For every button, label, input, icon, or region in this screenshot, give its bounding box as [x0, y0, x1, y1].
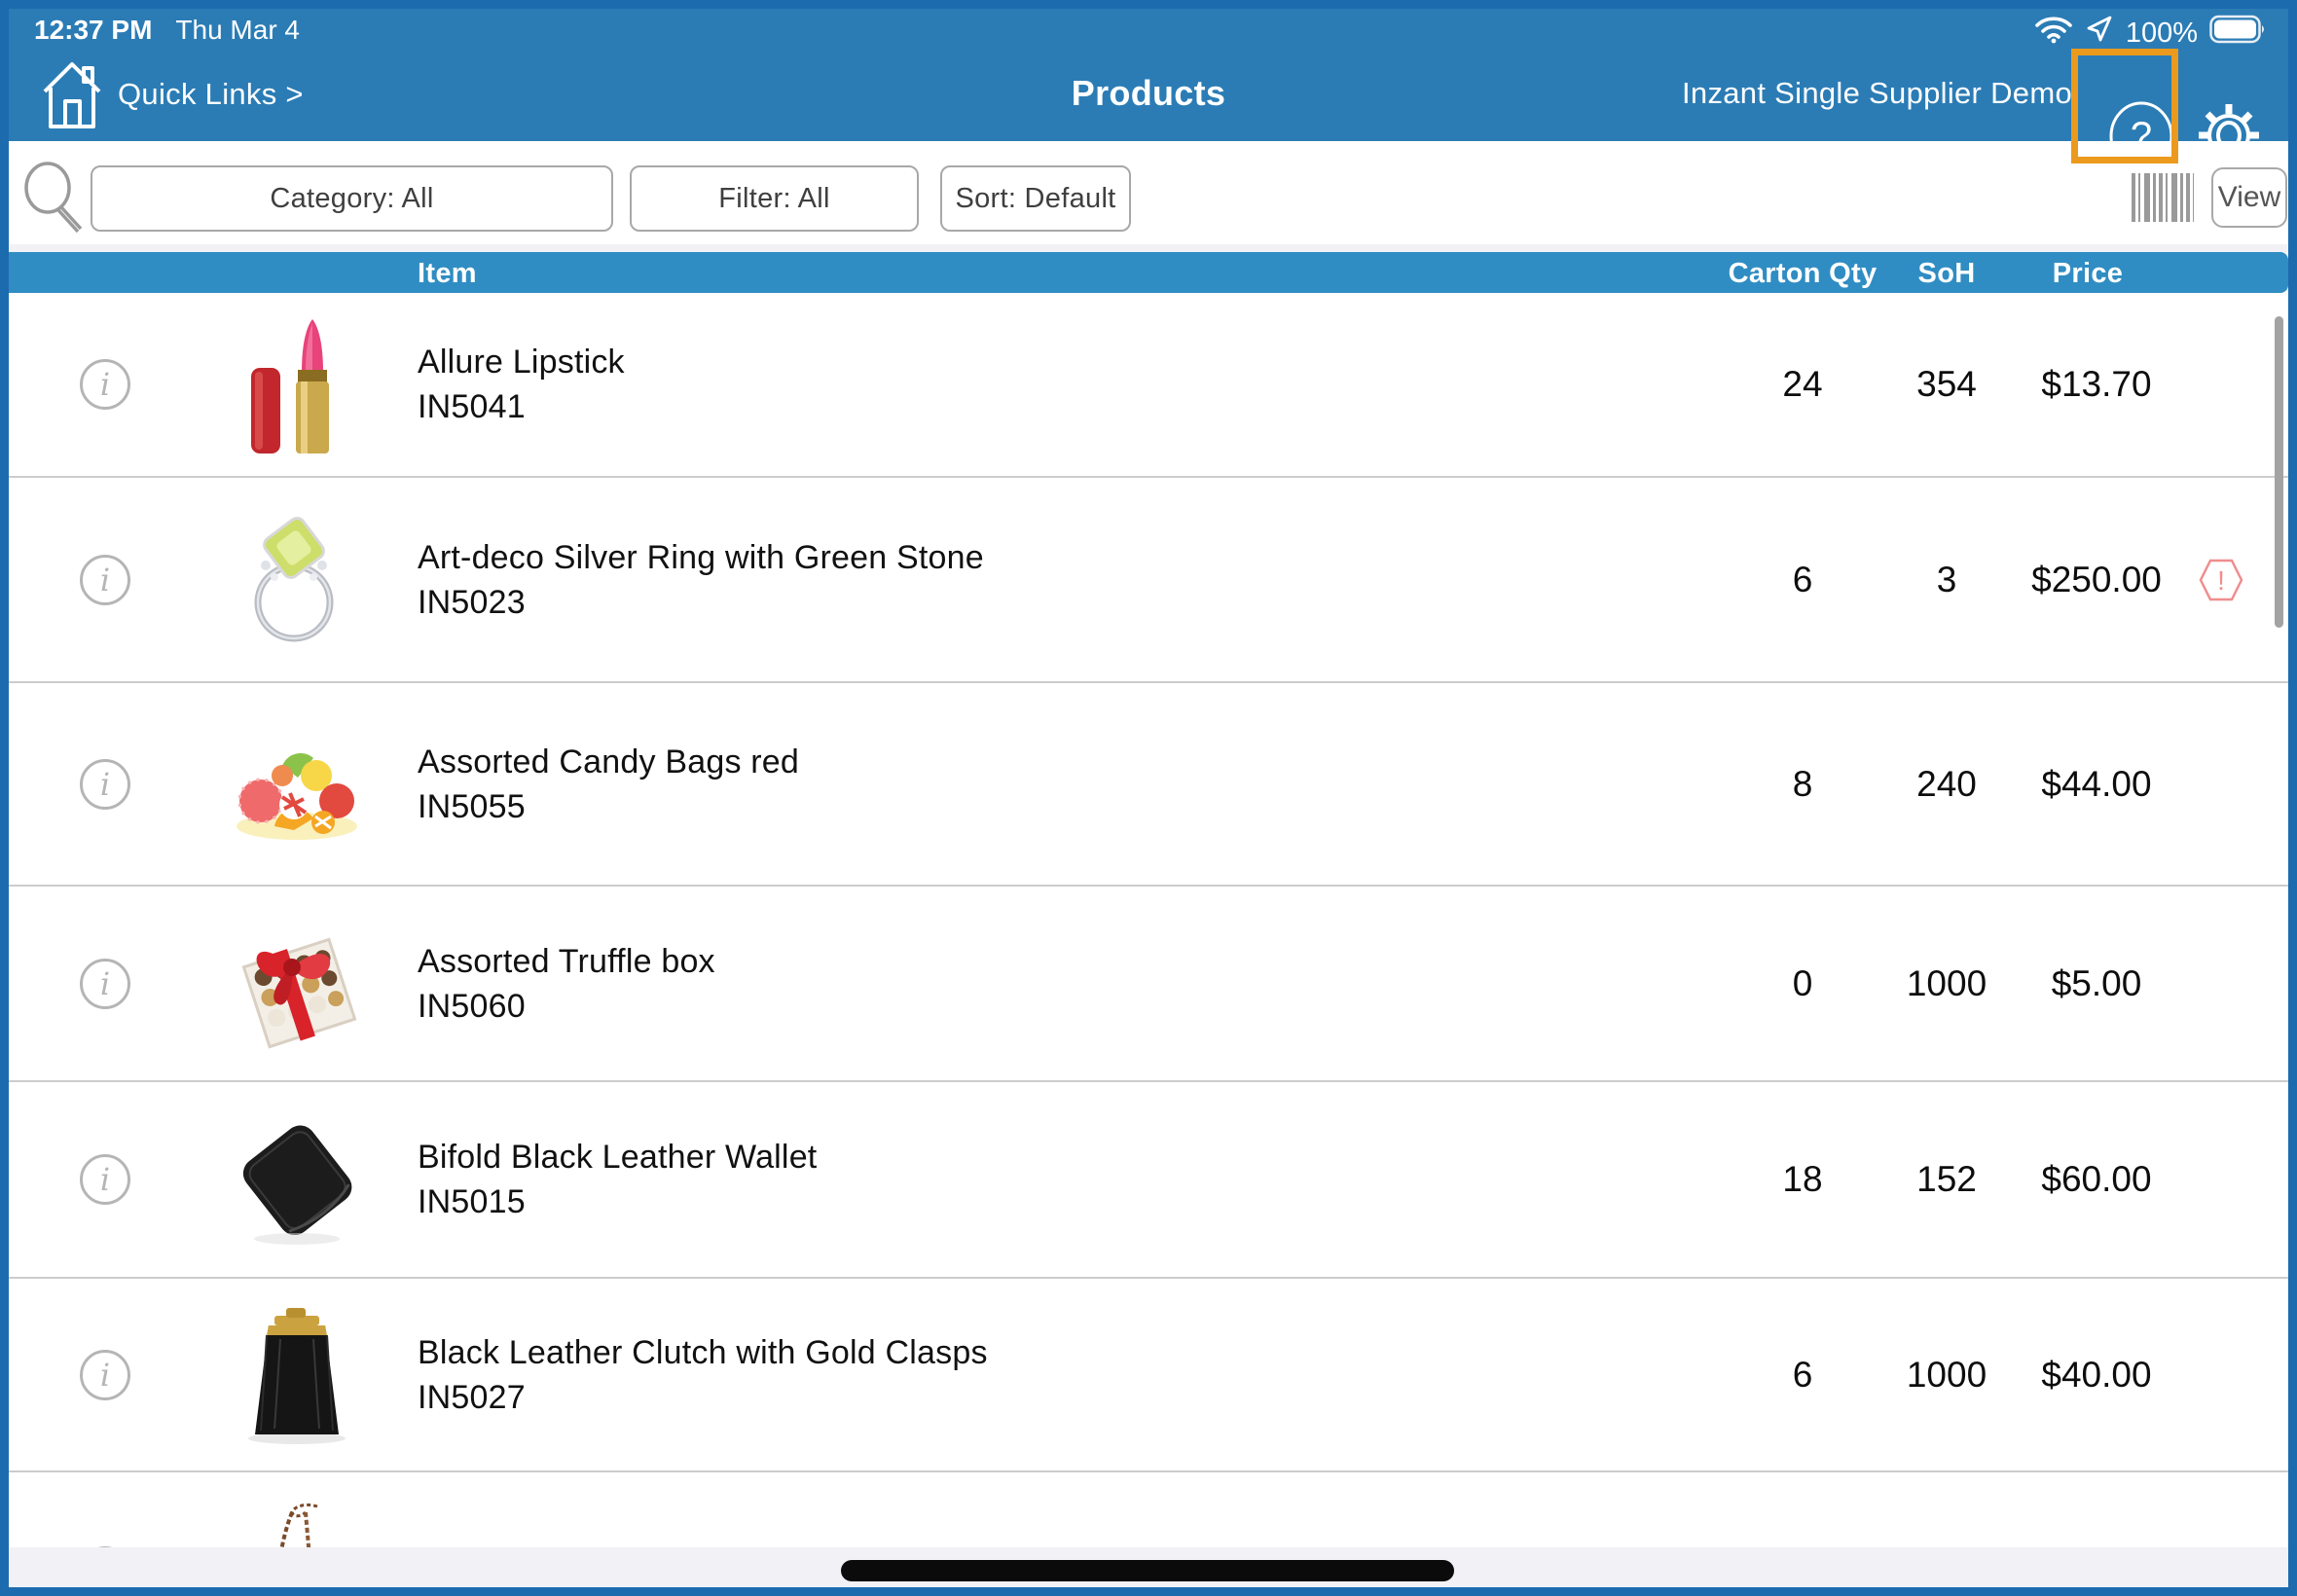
product-sku: IN5027 [418, 1375, 988, 1420]
status-bar: 12:37 PM Thu Mar 4 [9, 11, 2288, 50]
filter-button[interactable]: Filter: All [630, 165, 919, 232]
product-list: i Allure Lipstick IN5041 24 354 $13.70 !… [9, 293, 2288, 1547]
product-image [224, 1302, 370, 1448]
column-item: Item [418, 258, 477, 290]
price-value: $40.00 [1999, 1355, 2194, 1396]
product-image [224, 507, 370, 653]
product-name: Black Leather Clutch with Gold Clasps [418, 1330, 988, 1375]
product-sku: IN5055 [418, 784, 799, 829]
price-value: $13.70 [1999, 364, 2194, 405]
product-image [224, 1106, 370, 1252]
search-button[interactable] [17, 159, 92, 240]
product-image [224, 711, 370, 857]
table-header: Item Carton Qty SoH Price [9, 252, 2288, 293]
product-image [224, 311, 370, 457]
info-icon: i [100, 1360, 110, 1391]
column-price: Price [1990, 258, 2185, 290]
product-name: Assorted Truffle box [418, 939, 715, 984]
category-filter-button[interactable]: Category: All [91, 165, 613, 232]
price-value: $250.00 [1999, 560, 2194, 600]
info-icon: i [100, 564, 110, 596]
info-button[interactable]: i [80, 759, 130, 810]
status-time: 12:37 PM [34, 15, 152, 46]
filter-bar: Category: All Filter: All Sort: Default … [9, 141, 2288, 244]
account-name: Inzant Single Supplier Demo [1682, 76, 2072, 111]
product-image [224, 1499, 370, 1548]
separator-strip [9, 244, 2288, 252]
battery-icon [2209, 15, 2268, 52]
home-indicator[interactable] [841, 1560, 1454, 1581]
bottom-bar [9, 1547, 2288, 1587]
info-button[interactable]: i [80, 959, 130, 1009]
info-icon: i [100, 1164, 110, 1195]
location-arrow-icon [2085, 15, 2114, 52]
info-icon: i [100, 769, 110, 800]
barcode-scan-button[interactable] [2132, 173, 2194, 222]
product-sku: IN5060 [418, 984, 715, 1029]
product-row[interactable]: i Assorted Candy Bags red IN5055 8 240 $… [9, 681, 2288, 885]
svg-text:!: ! [2217, 565, 2225, 596]
nav-bar: Quick Links > Products Inzant Single Sup… [9, 50, 2288, 141]
info-button[interactable]: i [80, 1154, 130, 1205]
info-icon: i [100, 369, 110, 400]
warning-hexagon-icon: ! [2199, 558, 2243, 602]
wifi-icon [2034, 15, 2073, 52]
product-name: Art-deco Silver Ring with Green Stone [418, 535, 984, 580]
app-screen: 12:37 PM Thu Mar 4 [9, 9, 2288, 1587]
info-button[interactable]: i [80, 1350, 130, 1400]
battery-percent: 100% [2126, 18, 2198, 50]
status-date: Thu Mar 4 [175, 15, 300, 46]
search-icon [17, 159, 92, 240]
price-value: $44.00 [1999, 764, 2194, 805]
product-sku: IN5015 [418, 1179, 817, 1224]
sort-button[interactable]: Sort: Default [940, 165, 1131, 232]
product-row[interactable]: i Black Leather Clutch with Gold Clasps … [9, 1277, 2288, 1470]
info-icon: i [100, 968, 110, 999]
product-name: Bifold Black Leather Wallet [418, 1135, 817, 1179]
product-row[interactable]: i Art-deco Silver Ring with Green Stone … [9, 476, 2288, 681]
price-value: $5.00 [1999, 963, 2194, 1004]
product-row[interactable]: i Bronze Chain with Shell Beads and Amet… [9, 1470, 2288, 1547]
info-button[interactable]: i [80, 555, 130, 605]
product-row[interactable]: i Allure Lipstick IN5041 24 354 $13.70 ! [9, 293, 2288, 476]
price-value: $60.00 [1999, 1159, 2194, 1200]
product-row[interactable]: i Assorted Truffle box IN5060 0 1000 $5.… [9, 885, 2288, 1080]
product-name: Allure Lipstick [418, 340, 625, 384]
product-image [224, 911, 370, 1057]
scrollbar-thumb[interactable] [2275, 316, 2283, 628]
view-button[interactable]: View [2211, 167, 2287, 228]
help-highlight-annotation [2071, 49, 2178, 163]
info-button[interactable]: i [80, 359, 130, 410]
product-sku: IN5023 [418, 580, 984, 625]
product-name: Assorted Candy Bags red [418, 740, 799, 784]
product-sku: IN5041 [418, 384, 625, 429]
product-row[interactable]: i Bifold Black Leather Wallet IN5015 18 … [9, 1080, 2288, 1277]
top-bar: 12:37 PM Thu Mar 4 [9, 9, 2288, 141]
device-frame: 12:37 PM Thu Mar 4 [0, 0, 2297, 1596]
